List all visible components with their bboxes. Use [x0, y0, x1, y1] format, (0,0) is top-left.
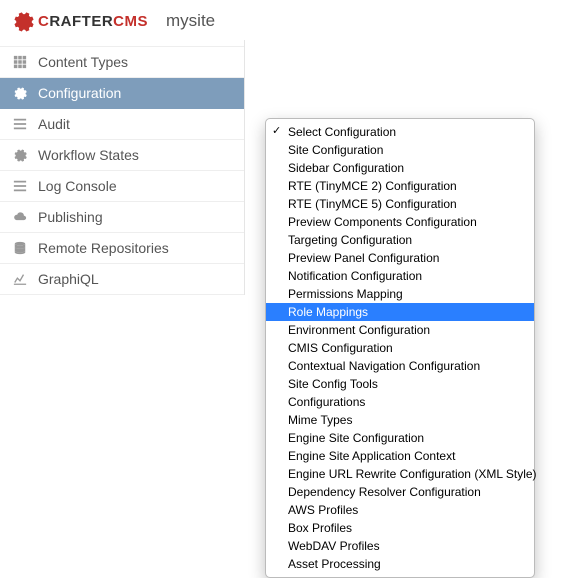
database-icon	[12, 240, 28, 256]
sidebar-item-label: Publishing	[38, 209, 103, 225]
sidebar-item-audit[interactable]: Audit	[0, 109, 244, 140]
list-icon	[12, 178, 28, 194]
dropdown-item[interactable]: CMIS Configuration	[266, 339, 534, 357]
sidebar-item-publishing[interactable]: Publishing	[0, 202, 244, 233]
sidebar-item-label: Audit	[38, 116, 70, 132]
grid-icon	[12, 54, 28, 70]
chart-icon	[12, 271, 28, 287]
gear-icon	[12, 85, 28, 101]
sidebar-item-configuration[interactable]: Configuration	[0, 78, 244, 109]
configuration-dropdown[interactable]: Select ConfigurationSite ConfigurationSi…	[265, 118, 535, 578]
dropdown-item[interactable]: Site Configuration	[266, 141, 534, 159]
dropdown-item[interactable]: Targeting Configuration	[266, 231, 534, 249]
site-name: mysite	[166, 11, 215, 31]
sidebar-item-label: Workflow States	[38, 147, 139, 163]
logo[interactable]: CRAFTERCMS	[12, 10, 148, 32]
sidebar-item-label: GraphiQL	[38, 271, 99, 287]
sidebar-item-workflow-states[interactable]: Workflow States	[0, 140, 244, 171]
dropdown-item[interactable]: Dependency Resolver Configuration	[266, 483, 534, 501]
sidebar-item-label: Remote Repositories	[38, 240, 169, 256]
dropdown-item[interactable]: Engine URL Rewrite Configuration (XML St…	[266, 465, 534, 483]
dropdown-item[interactable]: RTE (TinyMCE 5) Configuration	[266, 195, 534, 213]
dropdown-item[interactable]: Asset Processing	[266, 555, 534, 573]
sidebar-item-graphiql[interactable]: GraphiQL	[0, 264, 244, 295]
list-icon	[12, 116, 28, 132]
content-area: Select ConfigurationSite ConfigurationSi…	[245, 40, 565, 295]
dropdown-item[interactable]: Notification Configuration	[266, 267, 534, 285]
dropdown-item[interactable]: Preview Components Configuration	[266, 213, 534, 231]
sidebar-item-log-console[interactable]: Log Console	[0, 171, 244, 202]
dropdown-item[interactable]: Mime Types	[266, 411, 534, 429]
dropdown-item[interactable]: Environment Configuration	[266, 321, 534, 339]
sidebar: Content Types Configuration Audit Workflow …	[0, 40, 245, 295]
dropdown-item[interactable]: Select Configuration	[266, 123, 534, 141]
sidebar-item-label: Log Console	[38, 178, 117, 194]
sidebar-item-content-types[interactable]: Content Types	[0, 46, 244, 78]
dropdown-item[interactable]: Site Config Tools	[266, 375, 534, 393]
dropdown-item[interactable]: Contextual Navigation Configuration	[266, 357, 534, 375]
header: CRAFTERCMS mysite	[0, 0, 565, 40]
logo-text: CRAFTERCMS	[38, 13, 148, 30]
dropdown-item[interactable]: WebDAV Profiles	[266, 537, 534, 555]
dropdown-item[interactable]: Preview Panel Configuration	[266, 249, 534, 267]
cloud-icon	[12, 209, 28, 225]
dropdown-item[interactable]: Engine Site Application Context	[266, 447, 534, 465]
dropdown-item[interactable]: Role Mappings	[266, 303, 534, 321]
dropdown-item[interactable]: Box Profiles	[266, 519, 534, 537]
gear-icon	[12, 147, 28, 163]
sidebar-item-label: Configuration	[38, 85, 121, 101]
dropdown-item[interactable]: AWS Profiles	[266, 501, 534, 519]
dropdown-item[interactable]: Sidebar Configuration	[266, 159, 534, 177]
sidebar-item-remote-repositories[interactable]: Remote Repositories	[0, 233, 244, 264]
dropdown-item[interactable]: Configurations	[266, 393, 534, 411]
dropdown-item[interactable]: RTE (TinyMCE 2) Configuration	[266, 177, 534, 195]
logo-gear-icon	[12, 10, 34, 32]
dropdown-item[interactable]: Permissions Mapping	[266, 285, 534, 303]
sidebar-item-label: Content Types	[38, 54, 128, 70]
dropdown-item[interactable]: Engine Site Configuration	[266, 429, 534, 447]
